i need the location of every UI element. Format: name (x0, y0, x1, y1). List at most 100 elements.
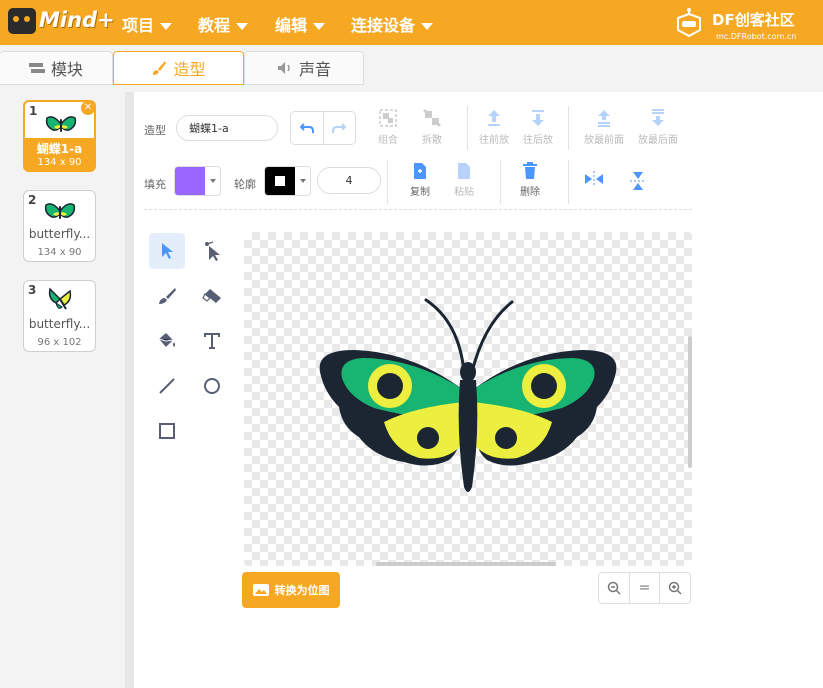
select-icon (162, 243, 173, 259)
costume-name: butterfly... (28, 317, 91, 331)
ungroup-button[interactable]: 拆散 (402, 108, 462, 146)
convert-to-bitmap-button[interactable]: 转换为位图 (242, 572, 340, 608)
mindplus-logo[interactable]: Mind+ (8, 6, 115, 38)
costume-name: butterfly... (28, 227, 91, 241)
outline-color-picker[interactable] (264, 166, 311, 196)
costume-name-input[interactable]: 蝴蝶1-a (176, 115, 278, 141)
delete-label: 删除 (520, 187, 540, 198)
butterfly-drawing[interactable] (244, 232, 692, 566)
flip-horizontal-icon (585, 171, 603, 187)
outline-width-input[interactable]: 4 (317, 167, 381, 194)
df-community-logo[interactable]: DF创客社区 mc.DFRobot.com.cn (672, 6, 812, 42)
tab-bar: 模块 造型 声音 (0, 45, 823, 93)
menu-project[interactable]: 项目 (122, 12, 173, 36)
brush-icon (153, 61, 167, 75)
menu-edit[interactable]: 编辑 (275, 12, 326, 36)
delete-button[interactable]: 删除 (500, 162, 560, 198)
costume-list-scrollbar[interactable] (125, 92, 134, 688)
group-label: 组合 (378, 135, 398, 146)
menu-connect-device[interactable]: 连接设备 (351, 12, 434, 36)
costume-size: 96 x 102 (37, 337, 82, 348)
rectangle-tool[interactable] (149, 413, 185, 449)
zoom-reset-button[interactable]: = (628, 573, 660, 603)
butterfly-thumbnail (48, 287, 72, 310)
rectangle-icon (159, 423, 175, 439)
zoom-out-button[interactable] (599, 573, 629, 603)
divider (387, 160, 388, 204)
send-to-back-button[interactable]: 放最后面 (628, 108, 688, 146)
flip-vertical-icon (630, 172, 646, 190)
tab-sounds[interactable]: 声音 (244, 51, 364, 85)
canvas-horizontal-scrollbar[interactable] (376, 562, 556, 566)
brush-tool[interactable] (149, 278, 185, 314)
copy-label: 复制 (410, 187, 430, 198)
fill-color-picker[interactable] (174, 166, 221, 196)
menu-edit-label: 编辑 (275, 16, 308, 35)
redo-button[interactable] (322, 112, 356, 144)
tab-blocks[interactable]: 模块 (0, 51, 113, 85)
costume-name-label: 造型 (144, 124, 166, 137)
menu-bar: Mind+ 项目 教程 编辑 连接设备 DF创客社区 mc.DFRobot.co… (0, 0, 823, 45)
back-label: 放最后面 (638, 135, 678, 146)
front-label: 放最前面 (584, 135, 624, 146)
image-icon (252, 584, 269, 596)
tab-costumes[interactable]: 造型 (113, 51, 244, 85)
front-icon (598, 110, 610, 127)
zoom-out-icon (607, 581, 621, 595)
line-icon (159, 378, 175, 394)
ungroup-icon (423, 109, 441, 127)
logo-text: Mind+ (39, 8, 115, 32)
fill-tool[interactable] (149, 323, 185, 359)
menu-tutorial[interactable]: 教程 (198, 12, 249, 36)
costume-list[interactable]: 1 ✕ 蝴蝶1-a 134 x 90 2 butterfly... 134 x … (0, 92, 125, 688)
line-tool[interactable] (149, 368, 185, 404)
fill-icon (158, 333, 175, 347)
menu-tutorial-label: 教程 (198, 16, 231, 35)
tab-costumes-label: 造型 (173, 60, 206, 79)
costume-item[interactable]: 3 butterfly... 96 x 102 (23, 280, 96, 352)
undo-redo-group (290, 111, 356, 145)
reshape-icon (205, 241, 220, 261)
eraser-tool[interactable] (194, 278, 230, 314)
zoom-in-icon (668, 581, 682, 595)
drawing-canvas[interactable] (244, 232, 692, 566)
df-title: DF创客社区 (712, 11, 795, 29)
forward-label: 往前放 (479, 135, 509, 146)
backward-icon (532, 110, 544, 126)
costume-size: 134 x 90 (37, 157, 82, 168)
menu-connect-label: 连接设备 (351, 16, 416, 35)
undo-icon (299, 123, 314, 133)
costume-size: 134 x 90 (37, 247, 82, 258)
backward-button[interactable]: 往后放 (508, 108, 568, 146)
circle-icon (204, 378, 220, 394)
bring-to-front-button[interactable]: 放最前面 (574, 108, 634, 146)
circle-tool[interactable] (194, 368, 230, 404)
tab-blocks-label: 模块 (50, 60, 83, 79)
costume-item[interactable]: 1 ✕ 蝴蝶1-a 134 x 90 (23, 100, 96, 172)
delete-costume-icon[interactable]: ✕ (81, 101, 95, 115)
canvas-vertical-scrollbar[interactable] (688, 336, 692, 468)
costume-name: 蝴蝶1-a (36, 142, 83, 156)
undo-button[interactable] (291, 112, 323, 144)
select-tool[interactable] (149, 233, 185, 269)
zoom-in-button[interactable] (659, 573, 690, 603)
costume-index: 2 (28, 193, 37, 207)
paste-label: 粘贴 (454, 187, 474, 198)
group-icon (379, 109, 397, 127)
fill-swatch (175, 167, 205, 195)
paste-button[interactable]: 粘贴 (434, 162, 494, 198)
speaker-icon (277, 62, 290, 74)
back-icon (652, 109, 664, 126)
backward-label: 往后放 (523, 135, 553, 146)
paint-editor: 造型 蝴蝶1-a 组合 拆散 往前放 往后放 放最前面 放最后面 填充 轮廓 4… (134, 92, 823, 688)
chevron-down-icon (209, 179, 216, 183)
divider (568, 106, 569, 150)
costume-index: 1 (29, 104, 38, 118)
flip-vertical-button[interactable] (608, 170, 668, 195)
text-tool[interactable] (194, 323, 230, 359)
reshape-tool[interactable] (194, 233, 230, 269)
blocks-icon (28, 63, 45, 73)
toolbar-divider (144, 209, 692, 210)
menu-project-label: 项目 (122, 16, 155, 35)
costume-item[interactable]: 2 butterfly... 134 x 90 (23, 190, 96, 262)
